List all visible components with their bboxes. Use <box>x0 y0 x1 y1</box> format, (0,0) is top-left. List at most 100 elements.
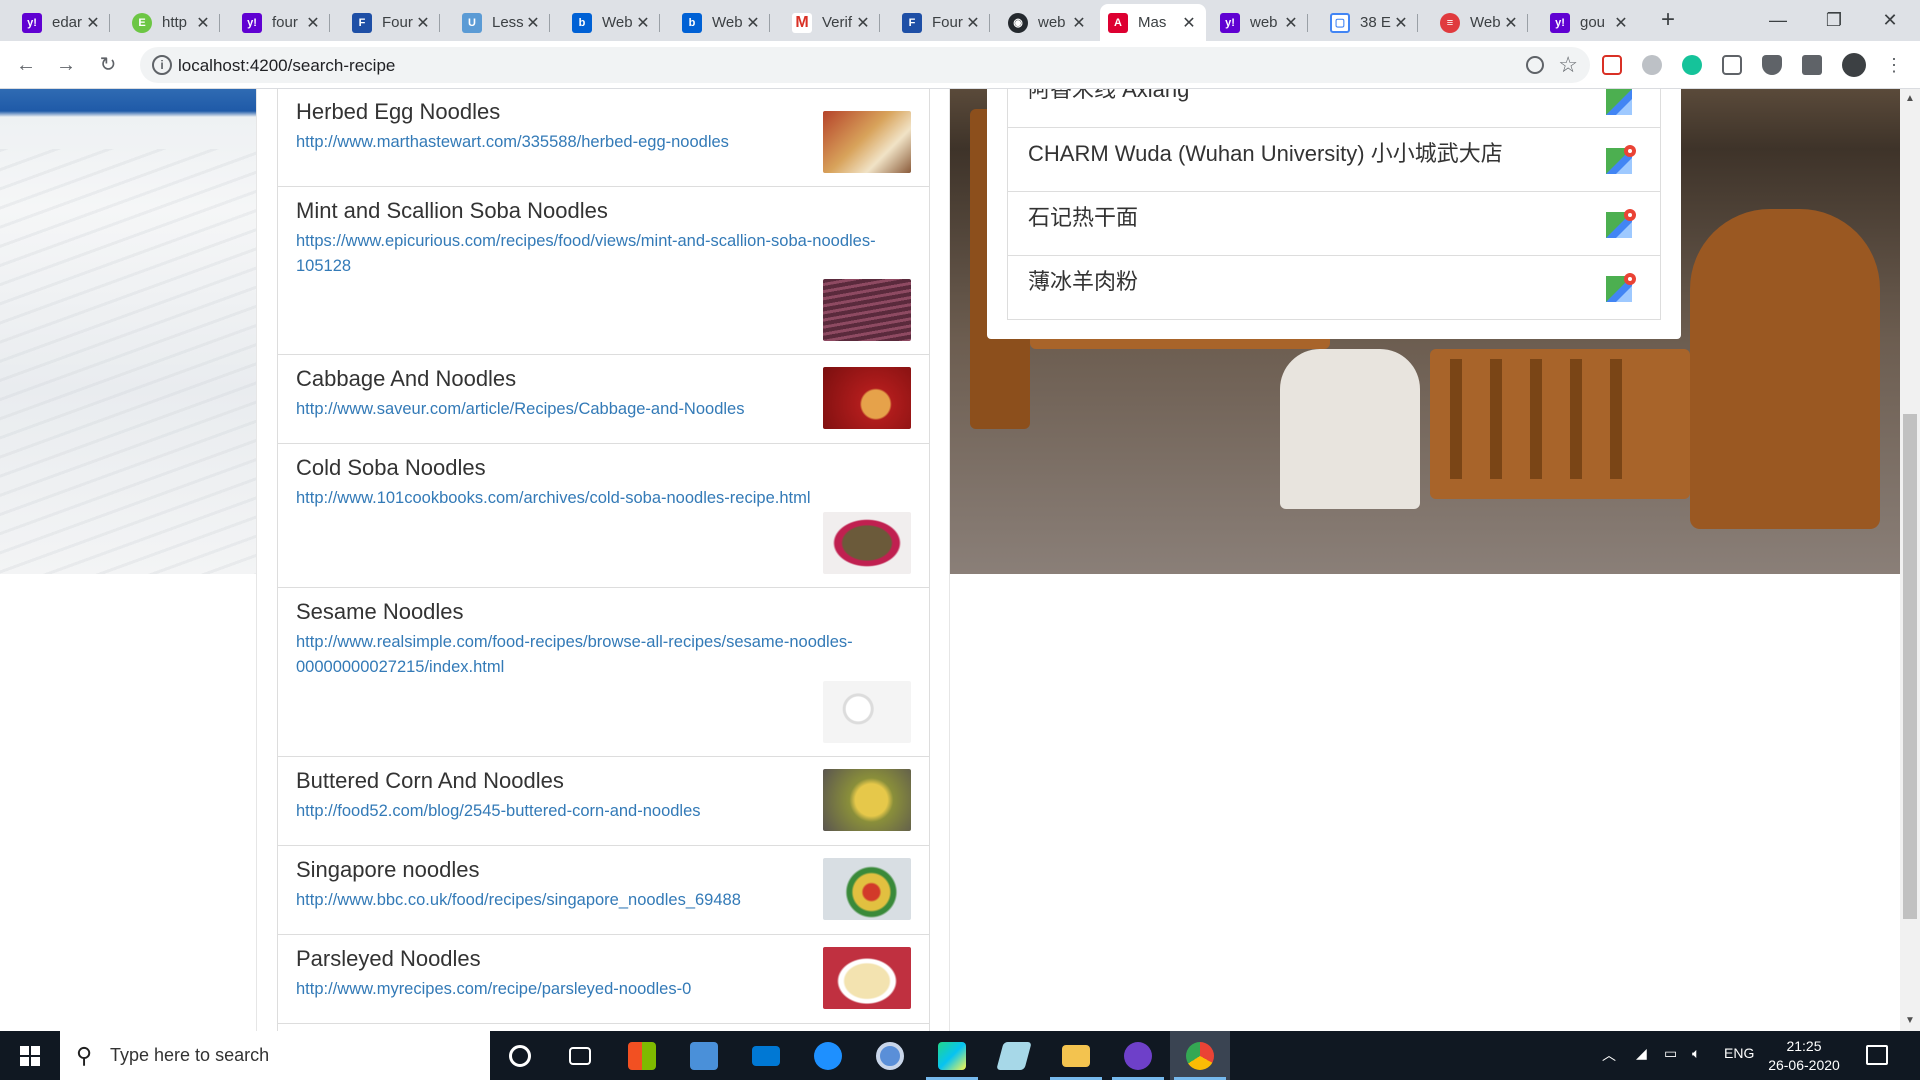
shield-icon[interactable] <box>1762 55 1782 75</box>
google-maps-icon[interactable] <box>1606 144 1636 176</box>
close-icon[interactable]: ✕ <box>304 13 322 33</box>
clock[interactable]: 21:25 26-06-2020 <box>1764 1037 1844 1075</box>
recipe-item[interactable]: Sesame Noodles http://www.realsimple.com… <box>278 588 929 757</box>
url-text[interactable]: localhost:4200/search-recipe <box>178 56 395 76</box>
extension-icon[interactable] <box>1642 55 1662 75</box>
recipe-item[interactable] <box>278 1024 929 1031</box>
recipe-link[interactable]: http://www.realsimple.com/food-recipes/b… <box>296 630 876 680</box>
close-icon[interactable]: ✕ <box>1180 13 1198 33</box>
recipe-thumbnail[interactable] <box>823 769 911 831</box>
edge-app[interactable] <box>798 1031 858 1080</box>
tab-9[interactable]: F Four ✕ <box>894 4 990 41</box>
more-menu-icon[interactable]: ⋮ <box>1880 51 1908 79</box>
pocket-extension-icon[interactable] <box>1602 55 1622 75</box>
recipe-item[interactable]: Mint and Scallion Soba Noodles https://w… <box>278 187 929 355</box>
minimize-button[interactable]: — <box>1750 0 1806 41</box>
tab-14[interactable]: ≡ Web ✕ <box>1432 4 1528 41</box>
chrome-app[interactable] <box>1170 1031 1230 1080</box>
tab-12[interactable]: y! web ✕ <box>1212 4 1308 41</box>
recipe-link[interactable]: https://www.epicurious.com/recipes/food/… <box>296 229 876 279</box>
restaurant-item[interactable]: CHARM Wuda (Wuhan University) 小小城武大店 <box>1008 127 1660 191</box>
translate-extension-icon[interactable] <box>1722 55 1742 75</box>
recipe-thumbnail[interactable] <box>823 947 911 1009</box>
avatar[interactable] <box>1842 53 1866 77</box>
recipe-thumbnail[interactable] <box>823 111 911 173</box>
network-icon[interactable]: ◢ <box>1636 1045 1647 1062</box>
close-icon[interactable]: ✕ <box>524 13 542 33</box>
close-icon[interactable]: ✕ <box>84 13 102 33</box>
tab-5[interactable]: U Less ✕ <box>454 4 550 41</box>
google-maps-icon[interactable] <box>1606 272 1636 304</box>
recipe-item[interactable]: Buttered Corn And Noodles http://food52.… <box>278 757 929 846</box>
close-icon[interactable]: ✕ <box>1282 13 1300 33</box>
bookmark-star-icon[interactable]: ☆ <box>1558 52 1578 78</box>
scrollbar-thumb[interactable] <box>1903 414 1917 919</box>
store-app[interactable] <box>612 1031 672 1080</box>
recipe-link[interactable]: http://food52.com/blog/2545-buttered-cor… <box>296 799 876 824</box>
tab-1[interactable]: y! edar ✕ <box>14 4 110 41</box>
close-icon[interactable]: ✕ <box>1612 13 1630 33</box>
recipe-link[interactable]: http://www.marthastewart.com/335588/herb… <box>296 130 876 155</box>
close-icon[interactable]: ✕ <box>744 13 762 33</box>
reload-button[interactable]: ↻ <box>94 51 122 79</box>
info-icon[interactable]: i <box>152 55 172 75</box>
recipe-thumbnail[interactable] <box>823 681 911 743</box>
tab-4[interactable]: F Four ✕ <box>344 4 440 41</box>
restore-button[interactable]: ❐ <box>1806 0 1862 41</box>
tab-7[interactable]: b Web ✕ <box>674 4 770 41</box>
close-icon[interactable]: ✕ <box>414 13 432 33</box>
language-indicator[interactable]: ENG <box>1724 1045 1754 1061</box>
chrome-canary-app[interactable] <box>860 1031 920 1080</box>
recipe-item[interactable]: Parsleyed Noodles http://www.myrecipes.c… <box>278 935 929 1024</box>
tab-6[interactable]: b Web ✕ <box>564 4 660 41</box>
recipe-link[interactable]: http://www.bbc.co.uk/food/recipes/singap… <box>296 888 876 913</box>
volume-icon[interactable]: 🔈︎ <box>1692 1045 1700 1062</box>
notes-app[interactable] <box>984 1031 1044 1080</box>
tab-3[interactable]: y! four ✕ <box>234 4 330 41</box>
close-icon[interactable]: ✕ <box>1502 13 1520 33</box>
close-window-button[interactable]: ✕ <box>1862 0 1918 41</box>
task-view-button[interactable] <box>550 1031 610 1080</box>
location-icon[interactable] <box>1526 56 1544 74</box>
address-bar[interactable]: i localhost:4200/search-recipe ☆ <box>140 47 1590 83</box>
close-icon[interactable]: ✕ <box>1070 13 1088 33</box>
restaurant-item[interactable]: 阿香米线 Axiang <box>1008 89 1660 127</box>
recipe-item[interactable]: Herbed Egg Noodles http://www.marthastew… <box>278 98 929 187</box>
recipe-item[interactable]: Singapore noodles http://www.bbc.co.uk/f… <box>278 846 929 935</box>
recipe-thumbnail[interactable] <box>823 512 911 574</box>
recipe-link[interactable]: http://www.myrecipes.com/recipe/parsleye… <box>296 977 876 1002</box>
close-icon[interactable]: ✕ <box>854 13 872 33</box>
remote-desktop-app[interactable] <box>674 1031 734 1080</box>
tab-10[interactable]: ◉ web ✕ <box>1000 4 1096 41</box>
recipe-link[interactable]: http://www.101cookbooks.com/archives/col… <box>296 486 876 511</box>
restaurant-item[interactable]: 薄冰羊肉粉 <box>1008 255 1660 319</box>
grammarly-icon[interactable] <box>1682 55 1702 75</box>
new-tab-button[interactable]: + <box>1654 6 1682 34</box>
github-desktop-app[interactable] <box>1108 1031 1168 1080</box>
taskbar-search-box[interactable]: ⚲ Type here to search <box>60 1031 490 1080</box>
scroll-up-arrow-icon[interactable]: ▲ <box>1905 93 1915 104</box>
puzzle-icon[interactable] <box>1802 55 1822 75</box>
restaurant-item[interactable]: 石记热干面 <box>1008 191 1660 255</box>
tab-8[interactable]: M Verif ✕ <box>784 4 880 41</box>
tab-15[interactable]: y! gou ✕ <box>1542 4 1638 41</box>
notification-center-icon[interactable] <box>1866 1045 1888 1065</box>
forward-button[interactable]: → <box>52 51 80 79</box>
recipe-item[interactable]: Cabbage And Noodles http://www.saveur.co… <box>278 355 929 444</box>
scroll-down-arrow-icon[interactable]: ▼ <box>1905 1015 1915 1026</box>
recipe-thumbnail[interactable] <box>823 367 911 429</box>
tab-2[interactable]: E http ✕ <box>124 4 220 41</box>
show-hidden-icons-icon[interactable]: ︿ <box>1602 1045 1616 1065</box>
close-icon[interactable]: ✕ <box>634 13 652 33</box>
start-button[interactable] <box>0 1031 60 1080</box>
back-button[interactable]: ← <box>12 51 40 79</box>
google-maps-icon[interactable] <box>1606 208 1636 240</box>
close-icon[interactable]: ✕ <box>1392 13 1410 33</box>
tab-11-active[interactable]: A Mas ✕ <box>1100 4 1206 41</box>
webstorm-app[interactable] <box>922 1031 982 1080</box>
vertical-scrollbar[interactable]: ▲ ▼ <box>1900 89 1920 1031</box>
recipe-item[interactable]: Cold Soba Noodles http://www.101cookbook… <box>278 444 929 588</box>
recipe-link[interactable]: http://www.saveur.com/article/Recipes/Ca… <box>296 397 876 422</box>
recipe-thumbnail[interactable] <box>823 858 911 920</box>
google-maps-icon[interactable] <box>1606 89 1636 117</box>
